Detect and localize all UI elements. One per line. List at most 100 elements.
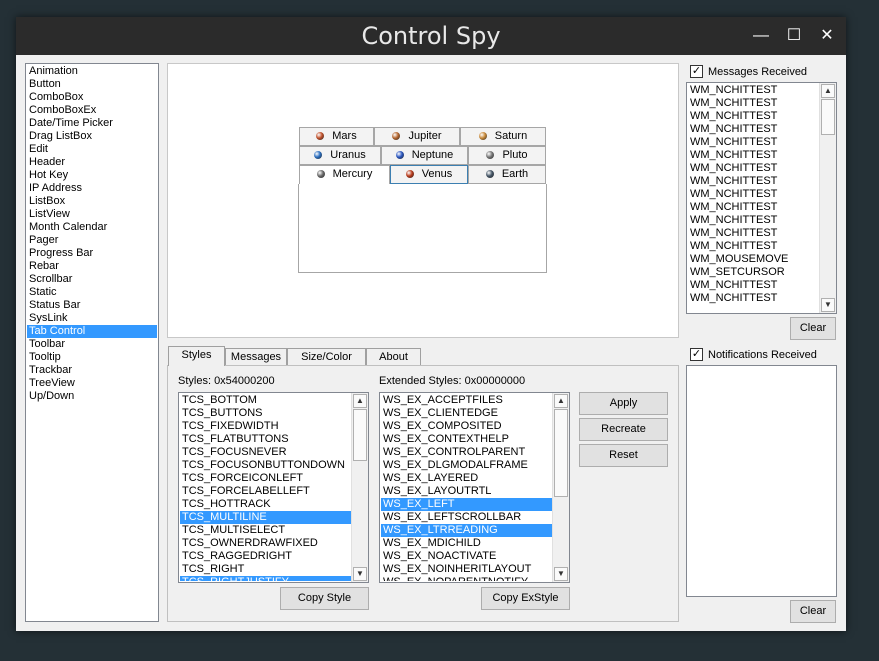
- exstyle-list-item[interactable]: WS_EX_ACCEPTFILES: [381, 394, 552, 407]
- control-list-item[interactable]: Trackbar: [27, 364, 157, 377]
- scroll-up-arrow-icon[interactable]: ▲: [353, 394, 367, 408]
- messages-clear-button[interactable]: Clear: [790, 317, 836, 340]
- control-list[interactable]: Animation Button ComboBox ComboBoxEx Date/Ti…: [25, 63, 159, 622]
- message-list-item[interactable]: WM_NCHITTEST: [688, 136, 819, 149]
- control-list-item[interactable]: ComboBoxEx: [27, 104, 157, 117]
- style-list-item[interactable]: TCS_MULTILINE: [180, 511, 351, 524]
- scroll-up-arrow-icon[interactable]: ▲: [821, 84, 835, 98]
- scroll-thumb[interactable]: [554, 409, 568, 497]
- message-list-item[interactable]: WM_NCHITTEST: [688, 214, 819, 227]
- exstyle-list-item[interactable]: WS_EX_LAYERED: [381, 472, 552, 485]
- control-list-item[interactable]: Edit: [27, 143, 157, 156]
- message-list-item[interactable]: WM_MOUSEMOVE: [688, 253, 819, 266]
- notifications-listbox[interactable]: [686, 365, 837, 597]
- recreate-button[interactable]: Recreate: [579, 418, 668, 441]
- message-list-item[interactable]: WM_NCHITTEST: [688, 149, 819, 162]
- message-list-item[interactable]: WM_NCHITTEST: [688, 279, 819, 292]
- demo-tab-jupiter[interactable]: Jupiter: [374, 127, 460, 146]
- close-button[interactable]: ✕: [816, 25, 838, 47]
- style-list-item[interactable]: TCS_BOTTOM: [180, 394, 351, 407]
- message-list-item[interactable]: WM_NCHITTEST: [688, 97, 819, 110]
- scroll-down-arrow-icon[interactable]: ▼: [554, 567, 568, 581]
- style-list-item[interactable]: TCS_FORCEICONLEFT: [180, 472, 351, 485]
- exstyle-list-item[interactable]: WS_EX_CONTEXTHELP: [381, 433, 552, 446]
- control-list-item[interactable]: Scrollbar: [27, 273, 157, 286]
- demo-tab-pluto[interactable]: Pluto: [468, 146, 546, 165]
- exstyle-list-item[interactable]: WS_EX_NOPARENTNOTIFY: [381, 576, 552, 581]
- reset-button[interactable]: Reset: [579, 444, 668, 467]
- message-list-item[interactable]: WM_NCHITTEST: [688, 175, 819, 188]
- message-list-item[interactable]: WM_NCHITTEST: [688, 162, 819, 175]
- control-list-item[interactable]: Pager: [27, 234, 157, 247]
- exstyle-list-item[interactable]: WS_EX_DLGMODALFRAME: [381, 459, 552, 472]
- demo-tab-earth[interactable]: Earth: [468, 165, 546, 184]
- notifications-clear-button[interactable]: Clear: [790, 600, 836, 623]
- control-list-item[interactable]: Month Calendar: [27, 221, 157, 234]
- control-list-item[interactable]: Drag ListBox: [27, 130, 157, 143]
- message-list-item[interactable]: WM_NCHITTEST: [688, 227, 819, 240]
- maximize-button[interactable]: ☐: [783, 25, 805, 47]
- control-list-item[interactable]: Tab Control: [27, 325, 157, 338]
- minimize-button[interactable]: —: [750, 25, 772, 47]
- copy-style-button[interactable]: Copy Style: [280, 587, 369, 610]
- control-list-item[interactable]: Toolbar: [27, 338, 157, 351]
- style-list-item[interactable]: TCS_BUTTONS: [180, 407, 351, 420]
- style-list-item[interactable]: TCS_RAGGEDRIGHT: [180, 550, 351, 563]
- control-list-item[interactable]: ListView: [27, 208, 157, 221]
- exstyle-list-item[interactable]: WS_EX_LTRREADING: [381, 524, 552, 537]
- control-list-item[interactable]: Header: [27, 156, 157, 169]
- message-list-item[interactable]: WM_NCHITTEST: [688, 292, 819, 305]
- control-list-item[interactable]: ComboBox: [27, 91, 157, 104]
- exstyle-list-item[interactable]: WS_EX_NOACTIVATE: [381, 550, 552, 563]
- control-list-item[interactable]: ListBox: [27, 195, 157, 208]
- control-list-item[interactable]: TreeView: [27, 377, 157, 390]
- copy-exstyle-button[interactable]: Copy ExStyle: [481, 587, 570, 610]
- control-list-item[interactable]: Status Bar: [27, 299, 157, 312]
- vertical-scrollbar[interactable]: ▲ ▼: [552, 393, 569, 582]
- scroll-thumb[interactable]: [353, 409, 367, 461]
- control-list-item[interactable]: Date/Time Picker: [27, 117, 157, 130]
- message-list-item[interactable]: WM_NCHITTEST: [688, 188, 819, 201]
- demo-tab-venus[interactable]: Venus: [390, 165, 468, 184]
- vertical-scrollbar[interactable]: ▲ ▼: [351, 393, 368, 582]
- style-list-item[interactable]: TCS_RIGHT: [180, 563, 351, 576]
- exstyle-list-item[interactable]: WS_EX_COMPOSITED: [381, 420, 552, 433]
- control-list-item[interactable]: SysLink: [27, 312, 157, 325]
- control-list-item[interactable]: Animation: [27, 65, 157, 78]
- demo-tab-saturn[interactable]: Saturn: [460, 127, 546, 146]
- style-list-item[interactable]: TCS_FORCELABELLEFT: [180, 485, 351, 498]
- control-list-item[interactable]: Progress Bar: [27, 247, 157, 260]
- exstyle-list-item[interactable]: WS_EX_LEFTSCROLLBAR: [381, 511, 552, 524]
- control-list-item[interactable]: Static: [27, 286, 157, 299]
- demo-tab-neptune[interactable]: Neptune: [381, 146, 468, 165]
- scroll-down-arrow-icon[interactable]: ▼: [353, 567, 367, 581]
- style-list-item[interactable]: TCS_FIXEDWIDTH: [180, 420, 351, 433]
- exstyle-list-item[interactable]: WS_EX_CONTROLPARENT: [381, 446, 552, 459]
- exstyle-list-item[interactable]: WS_EX_NOINHERITLAYOUT: [381, 563, 552, 576]
- message-list-item[interactable]: WM_NCHITTEST: [688, 201, 819, 214]
- style-list-item[interactable]: TCS_OWNERDRAWFIXED: [180, 537, 351, 550]
- style-list-item[interactable]: TCS_FOCUSONBUTTONDOWN: [180, 459, 351, 472]
- notifications-checkbox[interactable]: ✓: [690, 348, 703, 361]
- demo-tab-uranus[interactable]: Uranus: [299, 146, 381, 165]
- control-list-item[interactable]: IP Address: [27, 182, 157, 195]
- control-list-item[interactable]: Hot Key: [27, 169, 157, 182]
- style-list-item[interactable]: TCS_MULTISELECT: [180, 524, 351, 537]
- messages-checkbox[interactable]: ✓: [690, 65, 703, 78]
- message-list-item[interactable]: WM_NCHITTEST: [688, 123, 819, 136]
- style-list-item[interactable]: TCS_HOTTRACK: [180, 498, 351, 511]
- demo-tab-mercury[interactable]: Mercury: [299, 165, 390, 185]
- message-list-item[interactable]: WM_SETCURSOR: [688, 266, 819, 279]
- style-list-item[interactable]: TCS_FOCUSNEVER: [180, 446, 351, 459]
- exstyle-list-item[interactable]: WS_EX_CLIENTEDGE: [381, 407, 552, 420]
- exstyle-list-item[interactable]: WS_EX_LEFT: [381, 498, 552, 511]
- message-list-item[interactable]: WM_NCHITTEST: [688, 84, 819, 97]
- control-list-item[interactable]: Rebar: [27, 260, 157, 273]
- exstyle-list-item[interactable]: WS_EX_LAYOUTRTL: [381, 485, 552, 498]
- control-list-item[interactable]: Tooltip: [27, 351, 157, 364]
- control-list-item[interactable]: Up/Down: [27, 390, 157, 403]
- control-list-item[interactable]: Button: [27, 78, 157, 91]
- style-list-item[interactable]: TCS_RIGHTJUSTIFY: [180, 576, 351, 581]
- message-list-item[interactable]: WM_NCHITTEST: [688, 240, 819, 253]
- styles-listbox[interactable]: TCS_BOTTOM TCS_BUTTONS TCS_FIXEDWIDTH TCS_F…: [178, 392, 369, 583]
